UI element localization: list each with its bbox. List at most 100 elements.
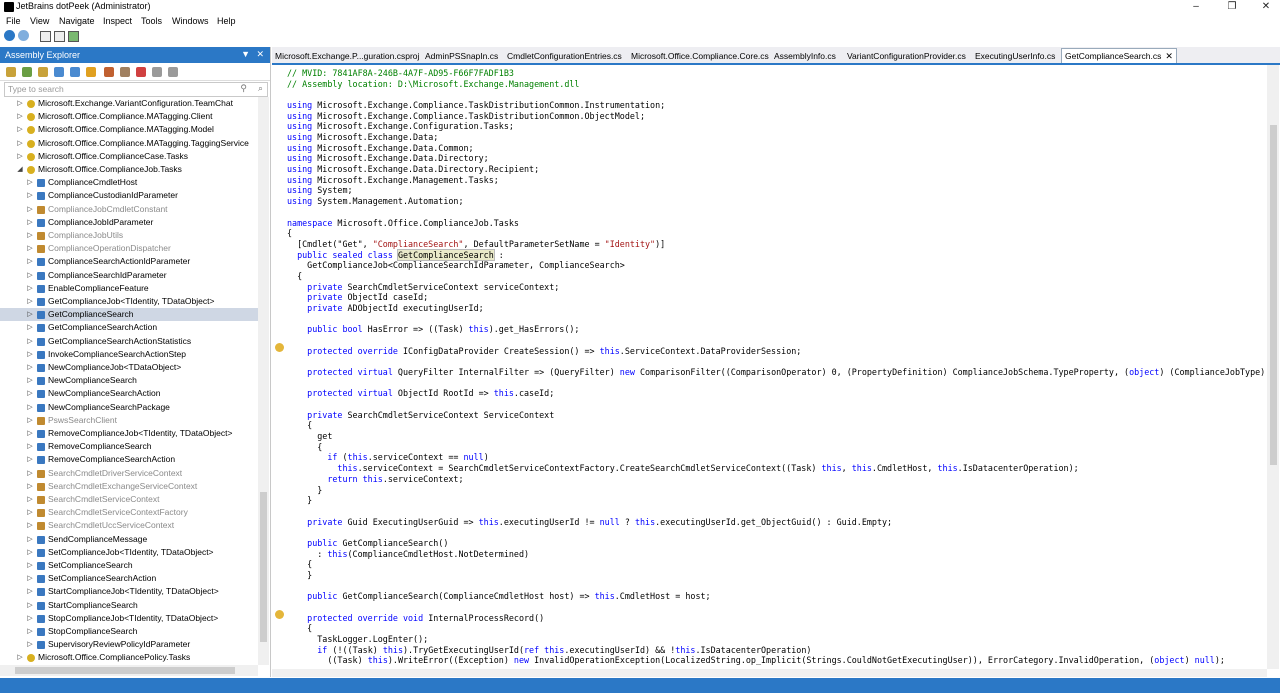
expand-arrow-icon[interactable]: ▷	[26, 546, 34, 559]
menu-windows[interactable]: Windows	[172, 16, 209, 26]
tree-type-item[interactable]: ▷ RemoveComplianceJob<TIdentity, TDataObj…	[0, 427, 258, 440]
tree-type-item[interactable]: ▷ ComplianceOperationDispatcher	[0, 242, 258, 255]
close-tab-icon[interactable]: ✕	[1165, 51, 1173, 61]
assembly-search-input[interactable]: Type to search ⚲ ⌕	[4, 82, 268, 97]
expand-arrow-icon[interactable]: ▷	[26, 493, 34, 506]
editor-horizontal-scrollbar[interactable]	[272, 669, 1267, 677]
tab-executinguserinfo[interactable]: ExecutingUserInfo.cs	[975, 49, 1055, 63]
tree-type-item[interactable]: ▷ NewComplianceSearchPackage	[0, 401, 258, 414]
tree-type-item[interactable]: ▷ SupervisoryReviewPolicyIdParameter	[0, 638, 258, 651]
back-icon[interactable]	[4, 30, 15, 41]
menu-view[interactable]: View	[30, 16, 49, 26]
expand-arrow-icon[interactable]: ▷	[26, 480, 34, 493]
tree-type-item[interactable]: ▷ GetComplianceJob<TIdentity, TDataObject…	[0, 295, 258, 308]
tree-assembly-item[interactable]: ▷ Microsoft.Office.Compliance.MATagging.M…	[0, 123, 258, 136]
forward-icon[interactable]	[18, 30, 29, 41]
expand-arrow-icon[interactable]: ▷	[26, 506, 34, 519]
tree-type-item[interactable]: ▷ RemoveComplianceSearch	[0, 440, 258, 453]
code-editor[interactable]: // MVID: 7841AF8A-246B-4A7F-AD95-F66F7FA…	[272, 65, 1267, 669]
tree-type-item[interactable]: ▷ ComplianceSearchIdParameter	[0, 269, 258, 282]
menu-tools[interactable]: Tools	[141, 16, 162, 26]
expand-arrow-icon[interactable]: ▷	[26, 335, 34, 348]
expand-arrow-icon[interactable]: ▷	[26, 216, 34, 229]
expand-arrow-icon[interactable]: ▷	[26, 361, 34, 374]
tree-type-item[interactable]: ▷ SearchCmdletUccServiceContext	[0, 519, 258, 532]
tab-adminpssnapin[interactable]: AdminPSSnapIn.cs	[425, 49, 498, 63]
expand-arrow-icon[interactable]: ▷	[26, 295, 34, 308]
tree-type-item[interactable]: ▷ GetComplianceSearch	[0, 308, 258, 322]
tree-type-item[interactable]: ▷ StartComplianceSearch	[0, 599, 258, 612]
expand-arrow-icon[interactable]: ▷	[26, 427, 34, 440]
expand-arrow-icon[interactable]: ▷	[26, 625, 34, 638]
tree-type-item[interactable]: ▷ PswsSearchClient	[0, 414, 258, 427]
expand-arrow-icon[interactable]: ▷	[26, 612, 34, 625]
open-from-gac-icon[interactable]	[22, 67, 32, 77]
tree-type-item[interactable]: ▷ ComplianceJobCmdletConstant	[0, 203, 258, 216]
tree-type-item[interactable]: ▷ GetComplianceSearchActionStatistics	[0, 335, 258, 348]
expand-arrow-icon[interactable]: ▷	[26, 533, 34, 546]
remove-icon[interactable]	[136, 67, 146, 77]
tree-assembly-item[interactable]: ▷ Microsoft.Office.ComplianceCase.Tasks	[0, 150, 258, 163]
tab-cmdletconfigurationentries[interactable]: CmdletConfigurationEntries.cs	[507, 49, 622, 63]
tree-type-item[interactable]: ▷ StartComplianceJob<TIdentity, TDataObje…	[0, 585, 258, 598]
expand-arrow-icon[interactable]: ▷	[26, 242, 34, 255]
tree-type-item[interactable]: ▷ SearchCmdletDriverServiceContext	[0, 467, 258, 480]
expand-arrow-icon[interactable]: ▷	[26, 572, 34, 585]
tree-type-item[interactable]: ▷ SetComplianceJob<TIdentity, TDataObject…	[0, 546, 258, 559]
search-icon[interactable]: ⌕	[258, 83, 263, 94]
minimize-button[interactable]: –	[1180, 0, 1212, 14]
tree-type-item[interactable]: ▷ StopComplianceSearch	[0, 625, 258, 638]
expand-arrow-icon[interactable]: ▷	[16, 137, 24, 150]
expand-arrow-icon[interactable]: ▷	[26, 559, 34, 572]
open-icon[interactable]	[40, 31, 51, 42]
expand-arrow-icon[interactable]: ▷	[26, 414, 34, 427]
menu-help[interactable]: Help	[217, 16, 236, 26]
open-folder-icon[interactable]	[6, 67, 16, 77]
expand-arrow-icon[interactable]: ▷	[26, 638, 34, 651]
expand-arrow-icon[interactable]: ▷	[26, 519, 34, 532]
expand-arrow-icon[interactable]: ▷	[16, 123, 24, 136]
tree-type-item[interactable]: ▷ RemoveComplianceSearchAction	[0, 453, 258, 466]
scroll-thumb[interactable]	[15, 667, 235, 674]
collapse-arrow-icon[interactable]: ◢	[16, 163, 24, 176]
tab-variantconfigurationprovider[interactable]: VariantConfigurationProvider.cs	[847, 49, 966, 63]
tree-type-item[interactable]: ▷ InvokeComplianceSearchActionStep	[0, 348, 258, 361]
expand-arrow-icon[interactable]: ▷	[26, 229, 34, 242]
tree-assembly-item[interactable]: ◢ Microsoft.Office.ComplianceJob.Tasks	[0, 163, 258, 176]
tree-assembly-item[interactable]: ▷ Microsoft.Office.Compliance.MATagging.T…	[0, 137, 258, 150]
expand-arrow-icon[interactable]: ▷	[26, 387, 34, 400]
editor-vertical-scrollbar[interactable]	[1267, 65, 1279, 669]
tree-type-item[interactable]: ▷ EnableComplianceFeature	[0, 282, 258, 295]
expand-arrow-icon[interactable]: ▷	[26, 599, 34, 612]
scroll-thumb[interactable]	[1270, 125, 1277, 465]
expand-arrow-icon[interactable]: ▷	[26, 269, 34, 282]
sort-icon[interactable]	[104, 67, 114, 77]
tree-type-item[interactable]: ▷ ComplianceJobUtils	[0, 229, 258, 242]
tree-assembly-item[interactable]: ▷ Microsoft.Office.Compliance.MATagging.C…	[0, 110, 258, 123]
expand-arrow-icon[interactable]: ▷	[16, 150, 24, 163]
tree-type-item[interactable]: ▷ GetComplianceSearchAction	[0, 321, 258, 334]
tree-type-item[interactable]: ▷ ComplianceCustodianIdParameter	[0, 189, 258, 202]
collapse-icon[interactable]	[152, 67, 162, 77]
expand-arrow-icon[interactable]: ▷	[26, 401, 34, 414]
tree-type-item[interactable]: ▷ SearchCmdletServiceContext	[0, 493, 258, 506]
expand-arrow-icon[interactable]: ▷	[26, 585, 34, 598]
tree-vertical-scrollbar[interactable]	[258, 97, 269, 665]
search-options-icon[interactable]: ⚲	[240, 83, 247, 94]
maximize-button[interactable]: ❐	[1216, 0, 1248, 14]
refresh-icon[interactable]	[70, 67, 80, 77]
tree-type-item[interactable]: ▷ NewComplianceSearch	[0, 374, 258, 387]
override-marker-icon[interactable]	[275, 343, 284, 352]
scroll-thumb[interactable]	[260, 492, 267, 642]
close-button[interactable]: ✕	[1250, 0, 1280, 14]
tree-type-item[interactable]: ▷ SetComplianceSearch	[0, 559, 258, 572]
tab-getcompliancesearch[interactable]: GetComplianceSearch.cs ✕	[1061, 48, 1177, 63]
tree-type-item[interactable]: ▷ StopComplianceJob<TIdentity, TDataObjec…	[0, 612, 258, 625]
expand-arrow-icon[interactable]: ▷	[26, 467, 34, 480]
assembly-list-icon[interactable]	[54, 31, 65, 42]
tab-compliance-core[interactable]: Microsoft.Office.Compliance.Core.cs	[631, 49, 769, 63]
tree-type-item[interactable]: ▷ ComplianceSearchActionIdParameter	[0, 255, 258, 268]
settings-icon[interactable]	[168, 67, 178, 77]
assembly-list-icon[interactable]	[54, 67, 64, 77]
expand-arrow-icon[interactable]: ▷	[26, 453, 34, 466]
